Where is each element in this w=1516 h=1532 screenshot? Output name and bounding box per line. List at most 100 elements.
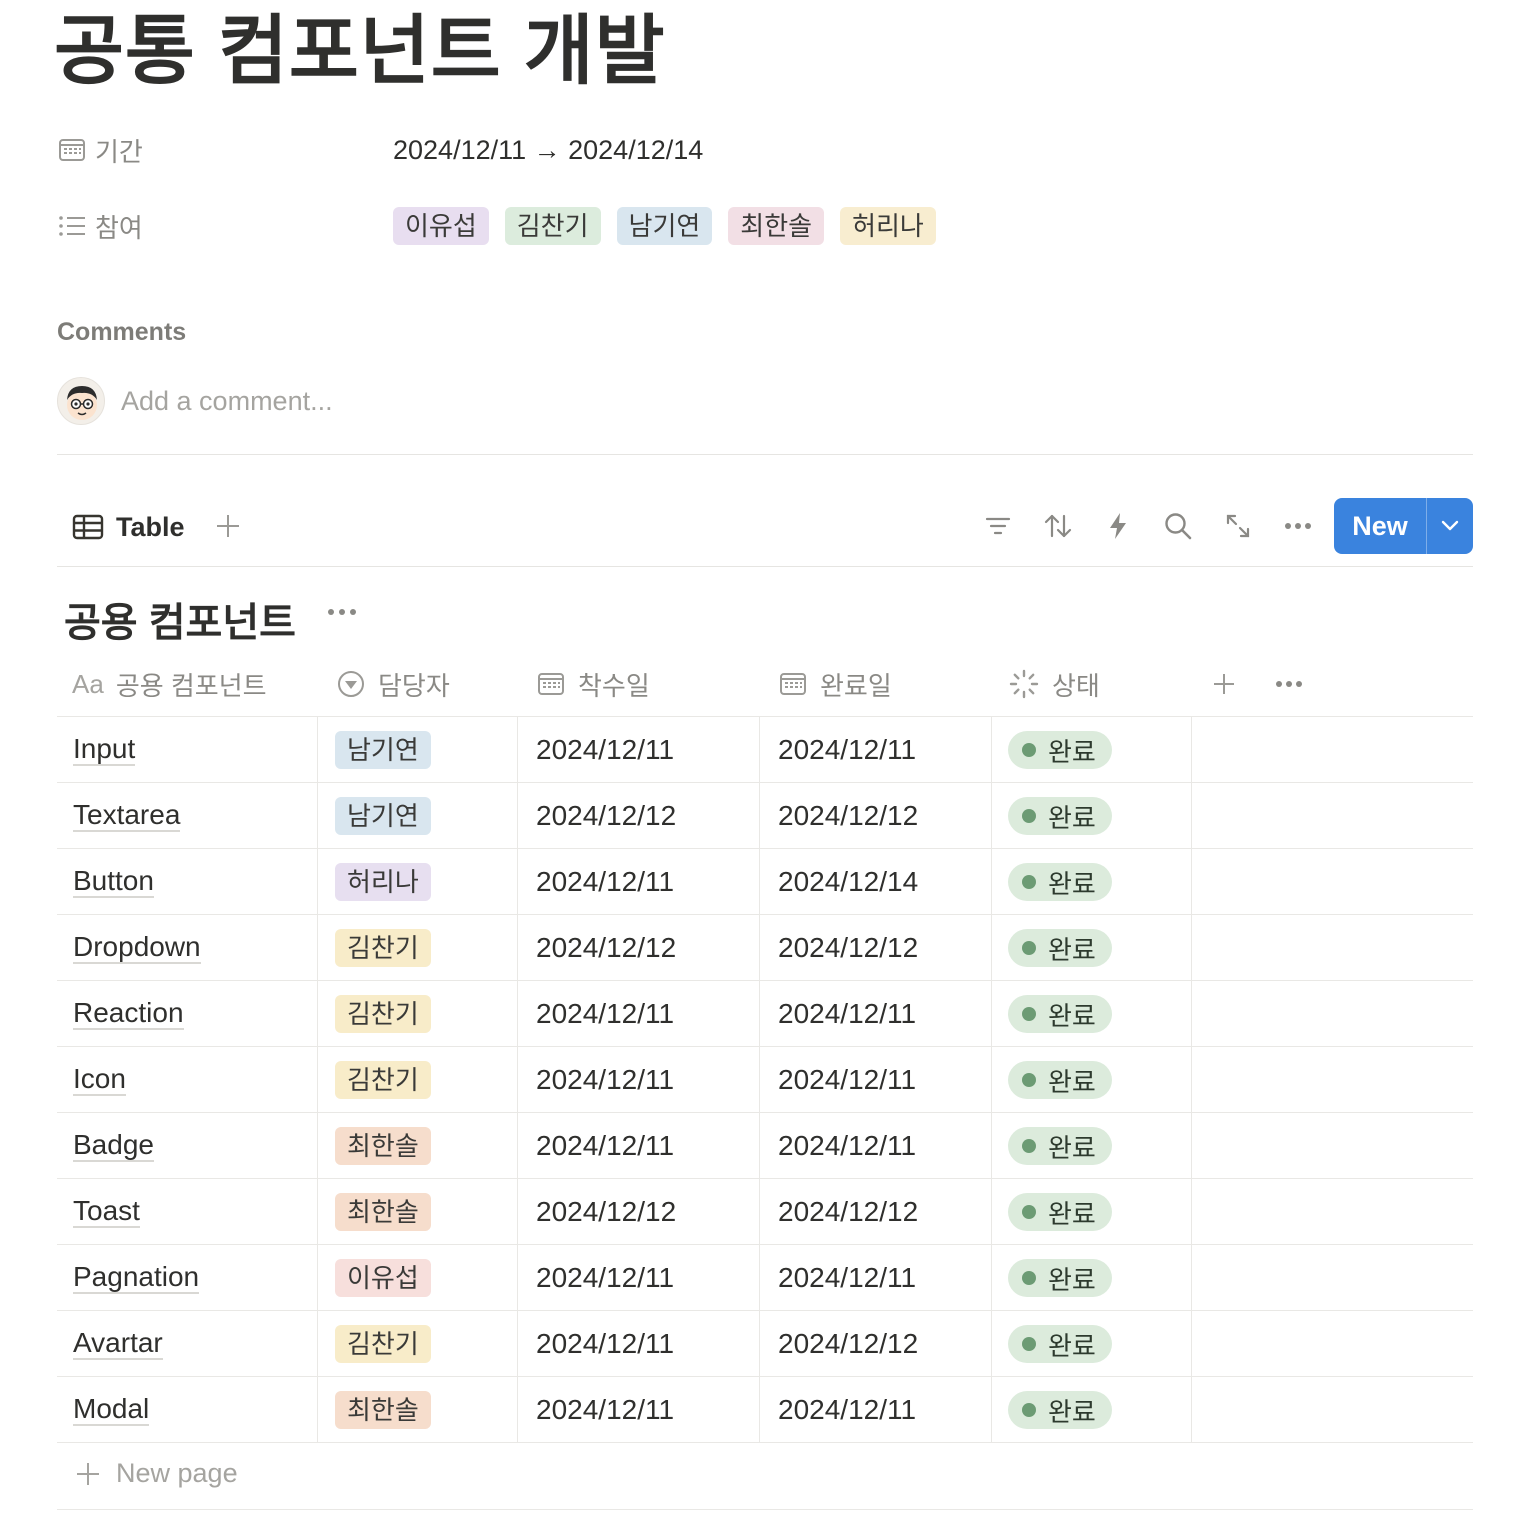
row-assignee-cell[interactable]: 남기연 xyxy=(335,783,431,849)
row-status-cell[interactable]: 완료 xyxy=(1008,1047,1112,1113)
page-title[interactable]: 공통 컴포넌트 개발 xyxy=(54,4,666,100)
table-row[interactable]: Modal 최한솔 2024/12/11 2024/12/11 완료 xyxy=(57,1376,1473,1442)
row-status-cell[interactable]: 완료 xyxy=(1008,1113,1112,1179)
row-assignee-cell[interactable]: 최한솔 xyxy=(335,1113,431,1179)
column-header-assignee[interactable]: 담당자 xyxy=(336,660,450,708)
comment-input[interactable] xyxy=(121,385,521,417)
participant-tag[interactable]: 김찬기 xyxy=(504,207,601,245)
row-name[interactable]: Dropdown xyxy=(73,932,201,964)
row-assignee-cell[interactable]: 김찬기 xyxy=(335,915,431,981)
row-name-cell[interactable]: Dropdown xyxy=(73,915,201,981)
new-button-dropdown[interactable] xyxy=(1427,498,1473,554)
row-start-date[interactable]: 2024/12/12 xyxy=(536,915,676,981)
row-end-date[interactable]: 2024/12/12 xyxy=(778,1179,918,1245)
row-assignee-cell[interactable]: 허리나 xyxy=(335,849,431,915)
row-status-cell[interactable]: 완료 xyxy=(1008,915,1112,981)
row-name[interactable]: Reaction xyxy=(73,998,184,1030)
row-end-date[interactable]: 2024/12/11 xyxy=(778,981,916,1047)
row-start-date[interactable]: 2024/12/11 xyxy=(536,1113,674,1179)
row-end-date[interactable]: 2024/12/11 xyxy=(778,1245,916,1311)
row-name-cell[interactable]: Textarea xyxy=(73,783,181,849)
row-status-cell[interactable]: 완료 xyxy=(1008,981,1112,1047)
participant-tag[interactable]: 남기연 xyxy=(616,207,713,245)
row-status-cell[interactable]: 완료 xyxy=(1008,1179,1112,1245)
property-period-label-wrap[interactable]: 기간 xyxy=(57,132,393,169)
row-name[interactable]: Badge xyxy=(73,1130,154,1162)
table-row[interactable]: Reaction 김찬기 2024/12/11 2024/12/11 완료 xyxy=(57,980,1473,1046)
property-participants-label-wrap[interactable]: 참여 xyxy=(57,208,393,245)
row-start-date[interactable]: 2024/12/11 xyxy=(536,1245,674,1311)
row-name-cell[interactable]: Icon xyxy=(73,1047,126,1113)
participant-tag[interactable]: 허리나 xyxy=(840,207,936,245)
row-status-cell[interactable]: 완료 xyxy=(1008,1311,1112,1377)
row-name-cell[interactable]: Input xyxy=(73,717,136,783)
row-name[interactable]: Textarea xyxy=(73,800,181,832)
add-view-button[interactable] xyxy=(210,508,246,544)
search-button[interactable] xyxy=(1158,506,1198,546)
table-row[interactable]: Input 남기연 2024/12/11 2024/12/11 완료 xyxy=(57,716,1473,782)
row-end-date[interactable]: 2024/12/14 xyxy=(778,849,918,915)
database-more-button[interactable] xyxy=(326,604,358,622)
sort-button[interactable] xyxy=(1038,506,1078,546)
row-assignee-cell[interactable]: 김찬기 xyxy=(335,1047,431,1113)
table-row[interactable]: Dropdown 김찬기 2024/12/12 2024/12/12 완료 xyxy=(57,914,1473,980)
row-name[interactable]: Modal xyxy=(73,1394,150,1426)
row-end-date[interactable]: 2024/12/12 xyxy=(778,1311,918,1377)
row-name-cell[interactable]: Reaction xyxy=(73,981,184,1047)
row-end-date[interactable]: 2024/12/11 xyxy=(778,1377,916,1443)
row-name[interactable]: Avartar xyxy=(73,1328,163,1360)
more-options-button[interactable] xyxy=(1278,506,1318,546)
row-assignee-cell[interactable]: 남기연 xyxy=(335,717,431,783)
row-status-cell[interactable]: 완료 xyxy=(1008,1377,1112,1443)
row-name-cell[interactable]: Toast xyxy=(73,1179,140,1245)
table-row[interactable]: Avartar 김찬기 2024/12/11 2024/12/12 완료 xyxy=(57,1310,1473,1376)
row-assignee-cell[interactable]: 김찬기 xyxy=(335,981,431,1047)
row-assignee-cell[interactable]: 최한솔 xyxy=(335,1377,431,1443)
row-name[interactable]: Input xyxy=(73,734,136,766)
row-name[interactable]: Toast xyxy=(73,1196,140,1228)
row-name[interactable]: Pagnation xyxy=(73,1262,200,1294)
row-status-cell[interactable]: 완료 xyxy=(1008,717,1112,783)
participant-tag[interactable]: 이유섭 xyxy=(393,207,489,245)
table-row[interactable]: Pagnation 이유섭 2024/12/11 2024/12/11 완료 xyxy=(57,1244,1473,1310)
participants-list[interactable]: 이유섭 김찬기 남기연 최한솔 허리나 xyxy=(393,207,952,245)
row-end-date[interactable]: 2024/12/11 xyxy=(778,717,916,783)
database-title[interactable]: 공용 컴포넌트 xyxy=(64,590,296,648)
row-name-cell[interactable]: Button xyxy=(73,849,154,915)
row-start-date[interactable]: 2024/12/11 xyxy=(536,1311,674,1377)
row-assignee-cell[interactable]: 이유섭 xyxy=(335,1245,431,1311)
row-start-date[interactable]: 2024/12/11 xyxy=(536,1377,674,1443)
participant-tag[interactable]: 최한솔 xyxy=(728,207,825,245)
new-button[interactable]: New xyxy=(1334,498,1473,554)
table-row[interactable]: Icon 김찬기 2024/12/11 2024/12/11 완료 xyxy=(57,1046,1473,1112)
row-start-date[interactable]: 2024/12/11 xyxy=(536,981,674,1047)
row-status-cell[interactable]: 완료 xyxy=(1008,1245,1112,1311)
row-name-cell[interactable]: Modal xyxy=(73,1377,150,1443)
row-start-date[interactable]: 2024/12/12 xyxy=(536,1179,676,1245)
add-property-button[interactable] xyxy=(1210,660,1250,708)
row-end-date[interactable]: 2024/12/12 xyxy=(778,783,918,849)
row-start-date[interactable]: 2024/12/12 xyxy=(536,783,676,849)
row-status-cell[interactable]: 완료 xyxy=(1008,849,1112,915)
column-more-button[interactable] xyxy=(1274,660,1316,708)
row-end-date[interactable]: 2024/12/11 xyxy=(778,1047,916,1113)
table-row[interactable]: Button 허리나 2024/12/11 2024/12/14 완료 xyxy=(57,848,1473,914)
row-end-date[interactable]: 2024/12/11 xyxy=(778,1113,916,1179)
column-header-status[interactable]: 상태 xyxy=(1008,660,1100,708)
table-row[interactable]: Toast 최한솔 2024/12/12 2024/12/12 완료 xyxy=(57,1178,1473,1244)
automation-button[interactable] xyxy=(1098,506,1138,546)
row-name[interactable]: Button xyxy=(73,866,154,898)
row-name-cell[interactable]: Avartar xyxy=(73,1311,163,1377)
row-end-date[interactable]: 2024/12/12 xyxy=(778,915,918,981)
table-row[interactable]: Textarea 남기연 2024/12/12 2024/12/12 완료 xyxy=(57,782,1473,848)
filter-button[interactable] xyxy=(978,506,1018,546)
view-tab-table[interactable]: Table xyxy=(72,506,185,548)
column-header-end[interactable]: 완료일 xyxy=(778,660,892,708)
row-status-cell[interactable]: 완료 xyxy=(1008,783,1112,849)
row-start-date[interactable]: 2024/12/11 xyxy=(536,717,674,783)
row-assignee-cell[interactable]: 김찬기 xyxy=(335,1311,431,1377)
table-row[interactable]: Badge 최한솔 2024/12/11 2024/12/11 완료 xyxy=(57,1112,1473,1178)
column-header-name[interactable]: Aa 공용 컴포넌트 xyxy=(72,660,267,708)
row-start-date[interactable]: 2024/12/11 xyxy=(536,1047,674,1113)
column-header-start[interactable]: 착수일 xyxy=(536,660,650,708)
